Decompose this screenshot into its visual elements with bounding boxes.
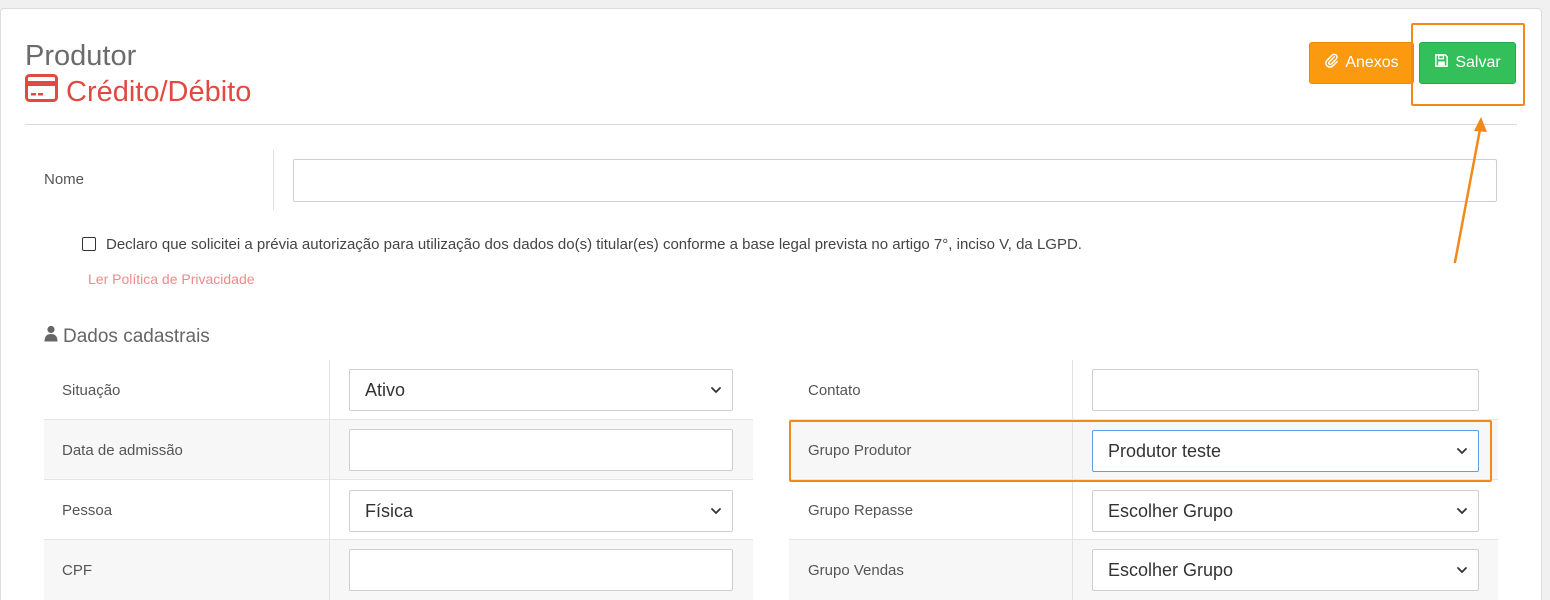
cpf-label: CPF [62,561,92,579]
chevron-down-icon [1457,567,1467,574]
row-separator [1072,360,1073,420]
row-separator [329,420,330,480]
chevron-down-icon [711,387,721,394]
nome-label: Nome [44,171,85,188]
row-separator [329,360,330,420]
field-row-pessoa: Pessoa Física [44,480,753,540]
credit-card-icon [25,74,58,110]
grupo-repasse-value: Escolher Grupo [1108,500,1234,521]
section-title: Dados cadastrais [44,325,210,348]
field-row-contato: Contato [789,360,1498,420]
row-separator [329,540,330,600]
page-subtitle: Crédito/Débito [25,74,251,110]
field-row-situacao: Situação Ativo [44,360,753,420]
data-admissao-label: Data de admissão [62,441,183,459]
grupo-vendas-label: Grupo Vendas [808,561,904,579]
data-admissao-input[interactable] [349,429,733,471]
grupo-repasse-select[interactable]: Escolher Grupo [1092,490,1479,532]
chevron-down-icon [1457,508,1467,515]
situacao-select[interactable]: Ativo [349,369,733,411]
pessoa-label: Pessoa [62,501,113,519]
section-title-text: Dados cadastrais [63,325,210,347]
consent-text: Declaro que solicitei a prévia autorizaç… [106,236,1082,253]
situacao-value: Ativo [365,379,406,400]
field-row-cpf: CPF [44,540,753,600]
pessoa-select[interactable]: Física [349,490,733,532]
privacy-policy-link[interactable]: Ler Política de Privacidade [88,271,255,287]
cpf-input[interactable] [349,549,733,591]
page-subtitle-text: Crédito/Débito [66,75,252,108]
save-button-highlight [1411,23,1525,106]
pessoa-value: Física [365,500,414,521]
row-separator [1072,540,1073,600]
header-divider [25,124,1517,125]
annotation-arrow-icon [1453,117,1487,264]
field-row-grupo-vendas: Grupo Vendas Escolher Grupo [789,540,1498,600]
nome-input[interactable] [293,159,1497,202]
contato-label: Contato [808,381,861,399]
anexos-button[interactable]: Anexos [1309,42,1414,84]
grupo-produtor-highlight [789,420,1492,482]
field-row-data-admissao: Data de admissão [44,420,753,480]
row-separator [1072,480,1073,540]
user-icon [44,325,58,348]
grupo-vendas-select[interactable]: Escolher Grupo [1092,549,1479,591]
field-row-grupo-repasse: Grupo Repasse Escolher Grupo [789,480,1498,540]
consent-checkbox[interactable] [82,237,96,251]
grupo-repasse-label: Grupo Repasse [808,501,914,519]
paperclip-icon [1324,53,1339,73]
nome-separator [273,150,274,210]
anexos-label: Anexos [1345,54,1399,71]
page-title: Produtor [25,40,137,72]
contato-input[interactable] [1092,369,1479,411]
grupo-vendas-value: Escolher Grupo [1108,559,1234,580]
row-separator [329,480,330,540]
chevron-down-icon [711,508,721,515]
situacao-label: Situação [62,381,121,399]
